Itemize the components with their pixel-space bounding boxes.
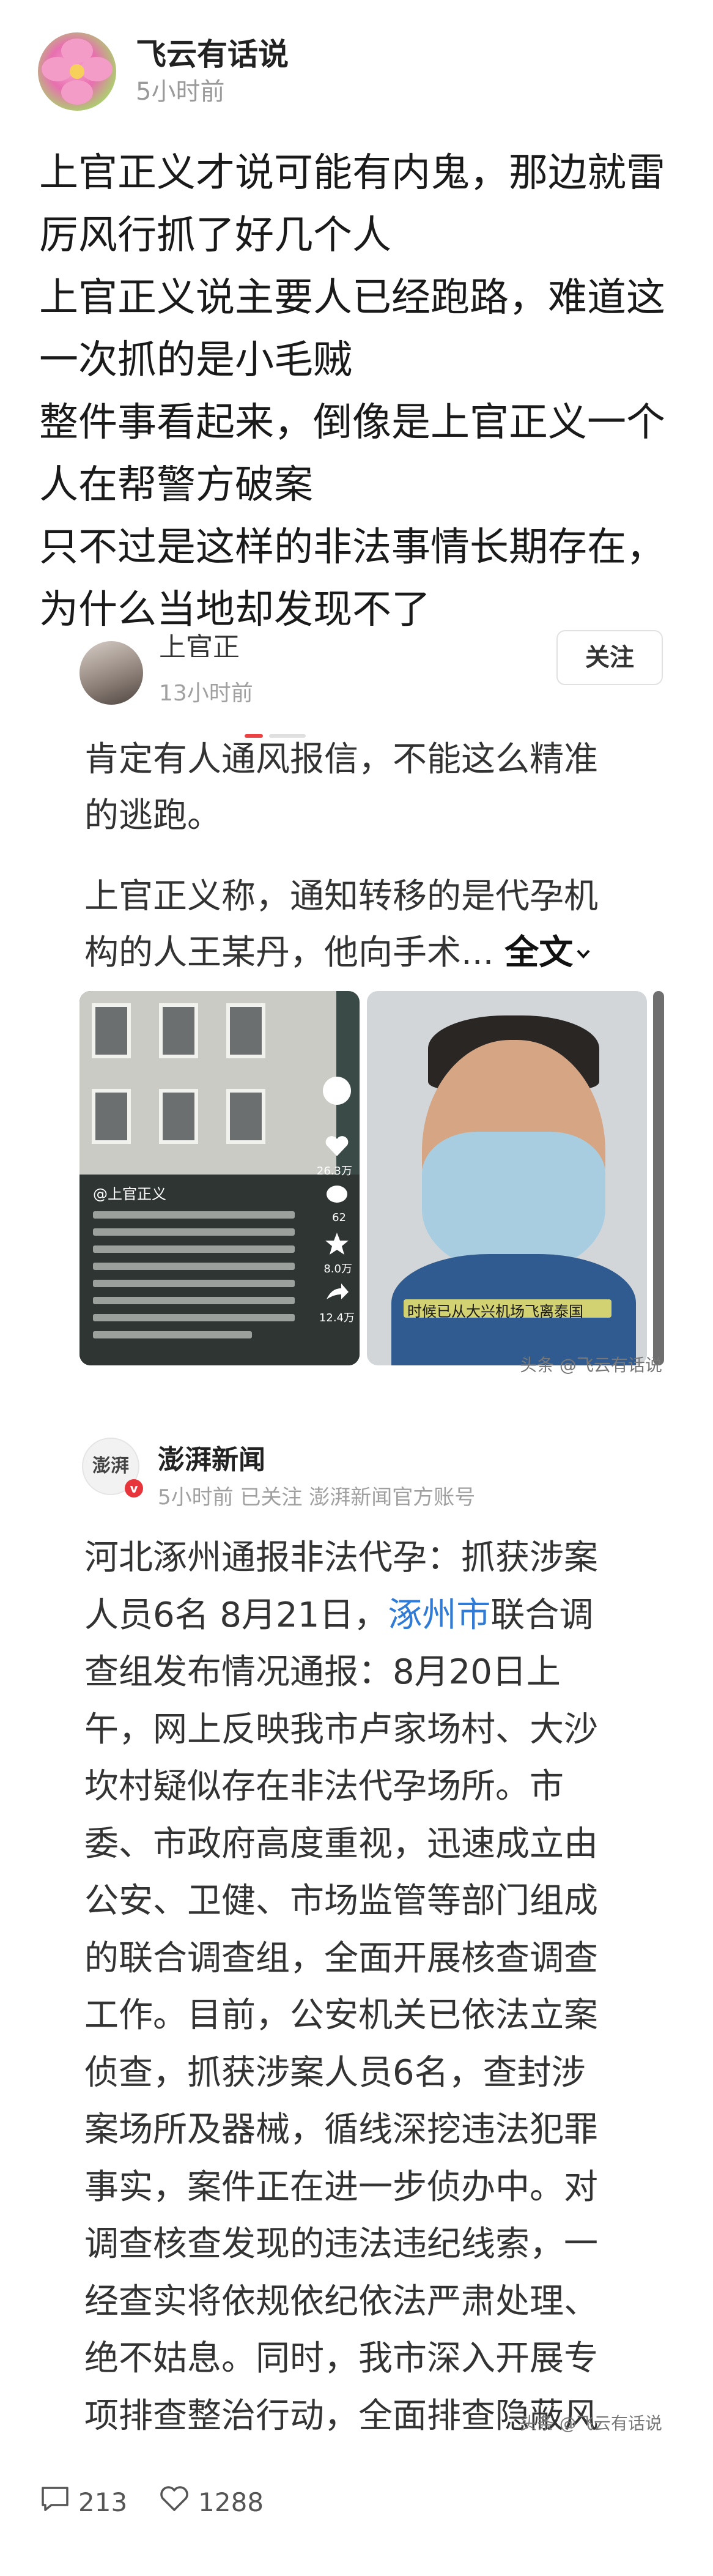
city-link[interactable]: 涿州市 [388,1595,490,1635]
news-line: 案场所及器械，循线深挖违法犯罪 [84,2110,598,2150]
post-line: 上官正义才说可能有内鬼，那边就雷 [39,150,665,196]
post-time: 5小时前 [136,78,225,106]
chevron-down-icon [573,933,594,973]
quoted-author-avatar [79,641,143,705]
post-line: 整件事看起来，倒像是上官正义一个 [39,400,665,445]
comment-icon [39,2484,78,2520]
news-meta: 5小时前 已关注 澎湃新闻官方账号 [158,1485,476,1510]
news-line: 坎村疑似存在非法代孕场所。市 [84,1767,564,1806]
quoted-line: 构的人王某丹，他向手术... [84,933,494,973]
like-count: 1288 [198,2487,264,2517]
news-line: 侦查，抓获涉案人员6名，查封涉 [84,2052,586,2093]
comment-button[interactable]: 213 [39,2484,127,2520]
media-thumbnails: @上官正义 26.3万 62 8.0万 12.4万 时候已从大兴机场飞离泰国 [79,991,713,1370]
read-more-label: 全文 [504,933,574,973]
comment-count: 62 [332,1211,346,1224]
favorite-count: 8.0万 [323,1263,352,1275]
news-line: 的联合调查组，全面开展核查调查 [84,1938,598,1978]
comment-count: 213 [78,2487,128,2517]
heart-icon [158,2484,198,2520]
video-caption-author: @上官正义 [93,1186,166,1203]
quoted-line: 的逃跑。 [84,796,221,836]
verified-badge-icon: v [125,1479,143,1498]
video-subtitle-text: 时候已从大兴机场飞离泰国 [407,1303,583,1320]
author-meta: 飞云有话说 5小时前 [136,34,289,109]
star-icon [323,1230,351,1258]
share-icon [323,1279,351,1307]
news-source-name: 澎湃新闻 [158,1444,265,1475]
post-footer: 213 1288 [39,2478,294,2526]
follow-button[interactable]: 关注 [556,630,663,685]
quoted-post-screenshot: 上官正 13小时前 关注 肯定有人通风报信，不能这么精准 的逃跑。 上官正义称，… [79,630,697,1376]
news-line: 委、市政府高度重视，迅速成立由 [84,1824,598,1864]
news-line: 调查核查发现的违法违纪线索，一 [84,2224,598,2264]
video-thumbnail-partial[interactable] [653,991,664,1365]
quoted-line-spacer [84,844,696,869]
watermark: 头条 @飞云有话说 [520,2413,662,2433]
post-line: 厉风行抓了好几个人 [39,213,391,258]
heart-icon [323,1132,351,1160]
like-count: 26.3万 [316,1165,352,1178]
post-line: 人在帮警方破案 [39,462,313,508]
news-line: 河北涿州通报非法代孕：抓获涉案 [84,1538,598,1578]
building-image [79,991,336,1193]
read-more-link[interactable]: 全文 [504,933,594,973]
comment-icon [323,1181,351,1209]
post-line: 只不过是这样的非法事情长期存在， [39,525,665,570]
quoted-author-name: 上官正 [159,633,240,657]
author-avatar[interactable] [38,32,116,111]
quoted-line: 上官正义称，通知转移的是代孕机 [84,877,598,916]
news-line: 事实，案件正在进一步侦办中。对 [84,2167,598,2207]
news-line: 查组发布情况通报：8月20日上 [84,1652,561,1692]
news-line: 绝不姑息。同时，我市深入开展专 [84,2339,598,2378]
like-button[interactable]: 1288 [158,2484,264,2520]
post-header: 飞云有话说 5小时前 [38,32,289,111]
news-text: 河北涿州通报非法代孕：抓获涉案 人员6名 8月21日，涿州市联合调 查组发布情况… [84,1529,696,2444]
quoted-line: 肯定有人通风报信，不能这么精准 [84,740,598,779]
video-overlay: @上官正义 [79,1175,360,1365]
quoted-post-text: 肯定有人通风报信，不能这么精准 的逃跑。 上官正义称，通知转移的是代孕机 构的人… [84,732,696,981]
carousel-indicator [245,734,306,738]
post-line: 一次抓的是小毛贼 [39,338,352,383]
news-line-with-link: 人员6名 8月21日，涿州市联合调 [84,1587,696,1644]
watermark: 头条 @飞云有话说 [520,1355,662,1375]
news-line-part: 联合调 [490,1595,594,1635]
share-count: 12.4万 [319,1312,355,1324]
post-body: 上官正义才说可能有内鬼，那边就雷 厉风行抓了好几个人 上官正义说主要人已经跑路，… [39,142,675,641]
post-line: 上官正义说主要人已经跑路，难道这 [39,275,665,321]
news-line: 工作。目前，公安机关已依法立案 [84,1995,598,2035]
news-line: 经查实将依规依纪依法严肃处理、 [84,2281,598,2322]
news-line-part: 人员6名 8月21日， [84,1595,388,1635]
avatar-icon [323,1077,351,1105]
quoted-line-with-more: 构的人王某丹，他向手术... 全文 [84,925,696,981]
quoted-news-screenshot: 澎湃 v 澎湃新闻 5小时前 已关注 澎湃新闻官方账号 河北涿州通报非法代孕：抓… [79,1431,691,2436]
author-name[interactable]: 飞云有话说 [136,34,289,75]
video-thumbnail-building[interactable]: @上官正义 26.3万 62 8.0万 12.4万 [79,991,360,1365]
news-line: 公安、卫健、市场监管等部门组成 [84,1881,598,1921]
video-thumbnail-man-mask[interactable]: 时候已从大兴机场飞离泰国 [367,991,647,1365]
quoted-post-time: 13小时前 [159,681,253,706]
news-line: 午，网上反映我市卢家场村、大沙 [84,1709,598,1750]
